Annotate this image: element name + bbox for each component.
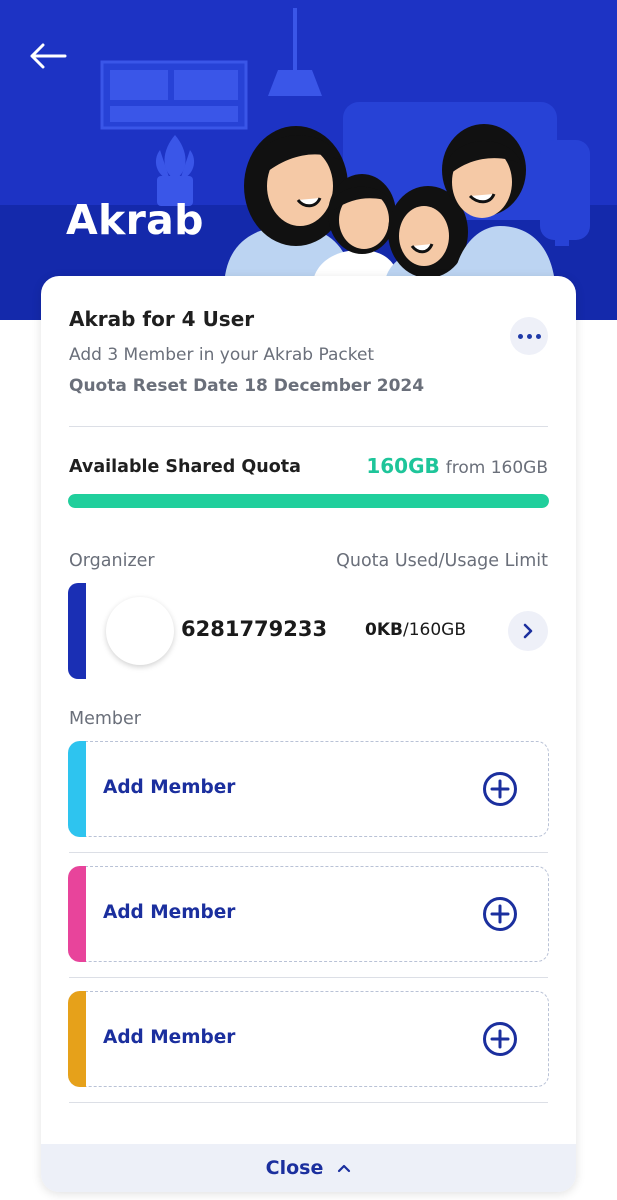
organizer-header: Organizer bbox=[69, 551, 155, 571]
slot-stripe bbox=[68, 991, 86, 1087]
chevron-right-icon bbox=[523, 623, 533, 639]
organizer-number: 6281779233 bbox=[181, 617, 328, 641]
member-section-label: Member bbox=[69, 709, 141, 729]
package-subtitle: Add 3 Member in your Akrab Packet bbox=[69, 345, 375, 365]
back-button[interactable] bbox=[22, 34, 74, 78]
package-card: Akrab for 4 User Add 3 Member in your Ak… bbox=[41, 276, 576, 1192]
quota-reset-date: Quota Reset Date 18 December 2024 bbox=[69, 376, 425, 396]
divider bbox=[69, 1102, 548, 1103]
divider bbox=[69, 426, 548, 427]
add-member-slot-3[interactable]: Add Member bbox=[68, 991, 549, 1087]
slot-stripe bbox=[68, 741, 86, 837]
slot-stripe bbox=[68, 866, 86, 962]
close-label: Close bbox=[265, 1157, 324, 1179]
add-member-label: Add Member bbox=[103, 777, 236, 798]
organizer-usage: 0KB/160GB bbox=[365, 620, 466, 640]
plus-circle-icon[interactable] bbox=[482, 771, 518, 807]
family-illustration bbox=[100, 8, 590, 300]
organizer-row[interactable]: 6281779233 0KB/160GB bbox=[68, 583, 548, 679]
quota-remaining: 160GB bbox=[366, 454, 440, 478]
quota-progress-bar bbox=[68, 494, 549, 508]
quota-progress-fill bbox=[68, 494, 549, 508]
arrow-left-icon bbox=[30, 43, 67, 69]
divider bbox=[69, 977, 548, 978]
shared-quota-value: 160GB from 160GB bbox=[366, 454, 548, 478]
header-banner: Akrab bbox=[0, 0, 617, 320]
chevron-up-icon bbox=[338, 1164, 351, 1173]
plus-circle-icon[interactable] bbox=[482, 896, 518, 932]
add-member-label: Add Member bbox=[103, 1027, 236, 1048]
add-member-slot-2[interactable]: Add Member bbox=[68, 866, 549, 962]
shared-quota-label: Available Shared Quota bbox=[69, 457, 301, 477]
page-title: Akrab bbox=[66, 196, 204, 244]
add-member-label: Add Member bbox=[103, 902, 236, 923]
divider bbox=[69, 852, 548, 853]
more-options-button[interactable] bbox=[510, 317, 548, 355]
avatar bbox=[106, 597, 174, 665]
usage-limit: /160GB bbox=[402, 620, 466, 640]
package-name: Akrab for 4 User bbox=[69, 307, 255, 331]
usage-used: 0KB bbox=[365, 620, 403, 640]
quota-total: from 160GB bbox=[445, 458, 548, 478]
add-member-slot-1[interactable]: Add Member bbox=[68, 741, 549, 837]
organizer-detail-button[interactable] bbox=[508, 611, 548, 651]
more-dots-icon bbox=[517, 333, 541, 339]
close-button[interactable]: Close bbox=[41, 1144, 576, 1192]
organizer-stripe bbox=[68, 583, 86, 679]
usage-header: Quota Used/Usage Limit bbox=[336, 551, 548, 571]
plus-circle-icon[interactable] bbox=[482, 1021, 518, 1057]
